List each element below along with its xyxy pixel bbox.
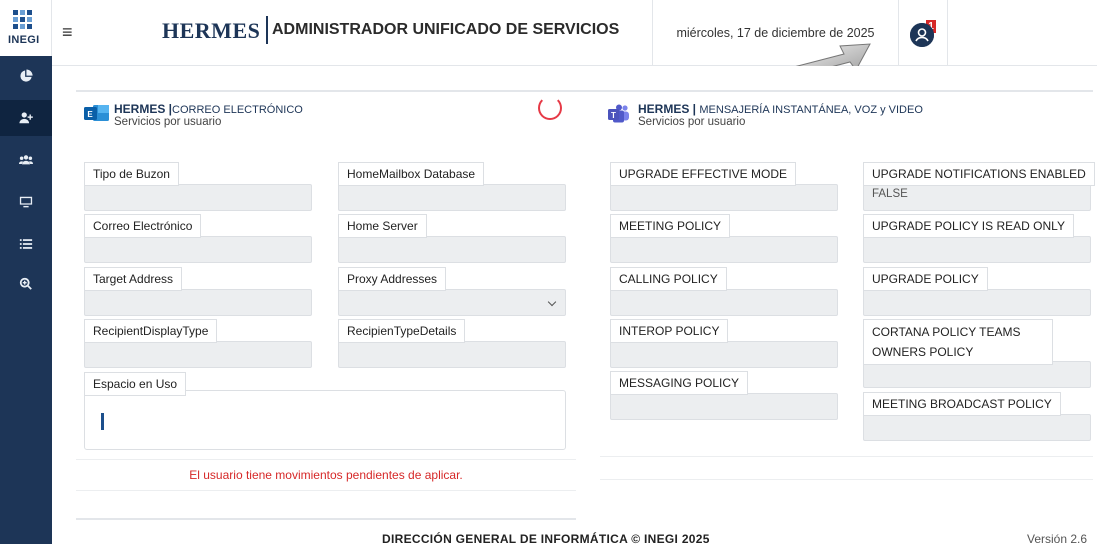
svg-text:T: T: [611, 111, 616, 120]
add-user-icon: [19, 112, 33, 124]
messaging-policy-input[interactable]: [610, 393, 838, 420]
messaging-services-panel: T HERMES | MENSAJERÍA INSTANTÁNEA, VOZ y…: [600, 92, 1095, 498]
field-label: UPGRADE POLICY IS READ ONLY: [863, 214, 1074, 238]
proxy-addresses-select[interactable]: [338, 289, 566, 316]
svg-text:E: E: [87, 110, 93, 119]
upgrade-policy-input[interactable]: [863, 289, 1091, 316]
sidebar-item-search[interactable]: [0, 266, 52, 302]
footer-version: Versión 2.6: [1027, 532, 1088, 544]
usage-meter: [84, 390, 566, 450]
email-panel-subtitle: Servicios por usuario: [114, 116, 222, 128]
field-label: Target Address: [84, 267, 183, 291]
field-label: MEETING POLICY: [610, 214, 731, 238]
outlook-icon: E: [84, 105, 109, 121]
meeting-policy-input[interactable]: [610, 236, 838, 263]
sidebar-item-users[interactable]: [0, 142, 52, 178]
field-label: MEETING BROADCAST POLICY: [863, 392, 1061, 416]
field-label: MESSAGING POLICY: [610, 371, 749, 395]
field-label: CALLING POLICY: [610, 267, 727, 291]
messaging-panel-subtitle: Servicios por usuario: [638, 116, 746, 128]
sidebar-item-dashboard[interactable]: [0, 58, 52, 94]
sidebar-item-monitor[interactable]: [0, 184, 52, 220]
field-label: Home Server: [338, 214, 427, 238]
usage-label: Espacio en Uso: [84, 372, 187, 396]
upgrade-effective-mode-input[interactable]: [610, 184, 838, 211]
calling-policy-input[interactable]: [610, 289, 838, 316]
field-label: RecipientDisplayType: [84, 319, 218, 343]
field-label: UPGRADE POLICY: [863, 267, 988, 291]
inegi-logo-mark-icon: [13, 10, 37, 32]
teams-icon: T: [608, 104, 629, 123]
cortana-policy-teams-owners-policy-input[interactable]: [863, 361, 1091, 388]
field-label: UPGRADE EFFECTIVE MODE: [610, 162, 797, 186]
field-label: RecipienTypeDetails: [338, 319, 466, 343]
field-label: INTEROP POLICY: [610, 319, 729, 343]
upgrade-policy-is-read-only-input[interactable]: [863, 236, 1091, 263]
main-content: E HERMES |CORREO ELECTRÓNICO Servicios p…: [52, 66, 1097, 544]
tipo-de-buzon-input[interactable]: [84, 184, 312, 211]
pending-message: El usuario tiene movimientos pendientes …: [76, 459, 576, 491]
brand-separator: [266, 16, 268, 44]
field-label: UPGRADE NOTIFICATIONS ENABLED: [863, 162, 1095, 186]
correo-electronico-input[interactable]: [84, 236, 312, 263]
recipient-type-details-input[interactable]: [338, 341, 566, 368]
recipient-display-type-input[interactable]: [84, 341, 312, 368]
field-label: Tipo de Buzon: [84, 162, 179, 186]
top-header: ≡ HERMES ADMINISTRADOR UNIFICADO DE SERV…: [52, 0, 1097, 66]
messaging-panel-title-brand: HERMES |: [638, 102, 697, 116]
upgrade-notifications-enabled-input[interactable]: FALSE: [863, 184, 1091, 211]
sidebar: INEGI: [0, 0, 52, 544]
app-subtitle: ADMINISTRADOR UNIFICADO DE SERVICIOS: [272, 21, 620, 38]
inegi-logo-text: INEGI: [8, 34, 40, 46]
user-account-icon[interactable]: [910, 23, 934, 47]
messaging-panel-title: HERMES | MENSAJERÍA INSTANTÁNEA, VOZ y V…: [638, 102, 923, 116]
page-footer: DIRECCIÓN GENERAL DE INFORMÁTICA © INEGI…: [52, 528, 1097, 544]
email-panel-title-rest: CORREO ELECTRÓNICO: [172, 104, 303, 116]
interop-policy-input[interactable]: [610, 341, 838, 368]
home-server-input[interactable]: [338, 236, 566, 263]
monitor-icon: [19, 196, 33, 208]
homemailbox-database-input[interactable]: [338, 184, 566, 211]
footer-copyright: DIRECCIÓN GENERAL DE INFORMÁTICA © INEGI…: [382, 532, 710, 544]
zoom-search-icon: [19, 277, 32, 290]
pie-chart-icon: [20, 69, 33, 82]
target-address-input[interactable]: [84, 289, 312, 316]
brand-title: HERMES: [162, 18, 261, 43]
field-label: HomeMailbox Database: [338, 162, 485, 186]
users-icon: [19, 155, 33, 165]
inegi-logo[interactable]: INEGI: [0, 0, 52, 56]
email-services-panel: E HERMES |CORREO ELECTRÓNICO Servicios p…: [76, 92, 576, 498]
messaging-panel-footer: [600, 456, 1093, 480]
bottom-divider: [76, 518, 576, 520]
usage-bar: [101, 413, 104, 430]
pending-message-text: El usuario tiene movimientos pendientes …: [189, 468, 463, 482]
sidebar-item-add-user[interactable]: [0, 100, 52, 136]
messaging-panel-title-rest: MENSAJERÍA INSTANTÁNEA, VOZ y VIDEO: [699, 104, 923, 116]
field-label: Proxy Addresses: [338, 267, 447, 291]
hamburger-menu-icon[interactable]: ≡: [62, 22, 73, 43]
meeting-broadcast-policy-input[interactable]: [863, 414, 1091, 441]
field-label: CORTANA POLICY TEAMS OWNERS POLICY: [863, 319, 1053, 365]
email-panel-title-brand: HERMES |: [114, 102, 173, 116]
loading-spinner-icon: [538, 96, 562, 120]
sidebar-item-list[interactable]: [0, 226, 52, 262]
list-icon: [19, 239, 33, 249]
field-label: Correo Electrónico: [84, 214, 202, 238]
email-panel-title: HERMES |CORREO ELECTRÓNICO: [114, 102, 303, 116]
